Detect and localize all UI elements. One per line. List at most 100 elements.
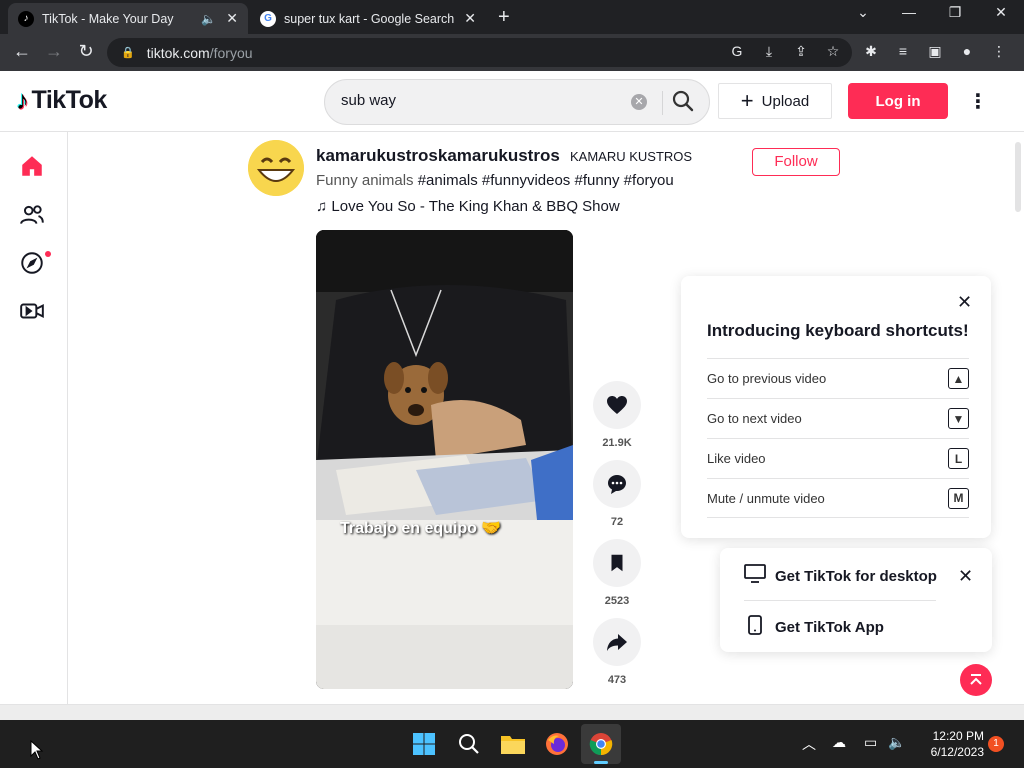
shortcut-row: Mute / unmute video M <box>707 478 969 518</box>
close-tab-icon[interactable]: ✕ <box>464 10 476 27</box>
network-icon[interactable]: ▭ <box>864 734 877 751</box>
chrome-menu-icon[interactable]: ⋮ <box>990 43 1008 60</box>
clock-date: 6/12/2023 <box>930 745 984 759</box>
onedrive-icon[interactable]: ☁ <box>832 734 846 751</box>
bookmark-icon <box>611 554 623 572</box>
tiktok-note-icon: ♪ <box>16 85 29 115</box>
tab-google-search[interactable]: G super tux kart - Google Search ✕ <box>250 3 486 34</box>
taskbar: ︿ ☁ ▭ 🔈 12:20 PM 6/12/2023 1 <box>0 720 1024 768</box>
phone-icon <box>744 615 766 639</box>
search-icon[interactable] <box>671 89 695 119</box>
shortcut-row: Go to next video ▼ <box>707 398 969 438</box>
following-icon[interactable] <box>18 201 46 229</box>
chrome-icon[interactable] <box>587 730 615 758</box>
music-note-icon: ♫ <box>316 198 328 215</box>
clock-time: 12:20 PM <box>932 729 984 743</box>
search-input[interactable] <box>341 92 621 109</box>
tab-search-icon[interactable]: ⌄ <box>840 4 886 21</box>
clear-search-icon[interactable]: ✕ <box>631 94 647 110</box>
media-control-icon[interactable]: ≡ <box>894 43 912 60</box>
l-key-icon: L <box>948 448 969 469</box>
left-sidebar <box>0 132 68 704</box>
close-tab-icon[interactable]: ✕ <box>226 10 238 27</box>
post-caption: Funny animals #animals #funnyvideos #fun… <box>316 172 674 189</box>
minimize-icon[interactable]: — <box>886 4 932 20</box>
new-tab-icon[interactable]: + <box>498 6 510 29</box>
window-close-icon[interactable]: ✕ <box>978 4 1024 21</box>
home-icon[interactable] <box>18 152 46 180</box>
post-nickname[interactable]: KAMARU KUSTROS <box>570 149 692 164</box>
video-player[interactable]: Trabajo en equipo 🤝 <box>316 230 573 689</box>
like-button[interactable] <box>593 381 641 429</box>
show-hidden-icons-icon[interactable]: ︿ <box>802 734 816 754</box>
bookmark-star-icon[interactable]: ☆ <box>824 43 842 60</box>
audio-playing-icon[interactable]: 🔈 <box>201 12 216 26</box>
save-button[interactable] <box>593 539 641 587</box>
save-count: 2523 <box>604 595 630 607</box>
post-username[interactable]: kamarukustroskamarukustros <box>316 146 560 166</box>
caption-text: Funny animals <box>316 172 414 189</box>
comment-action: 72 <box>593 460 641 528</box>
back-icon[interactable]: ← <box>10 41 34 62</box>
google-lens-icon[interactable]: G <box>728 43 746 60</box>
tab-tiktok[interactable]: ♪ TikTok - Make Your Day 🔈 ✕ <box>8 3 248 34</box>
heart-icon <box>607 396 627 414</box>
side-panel-icon[interactable]: ▣ <box>926 43 944 60</box>
active-indicator <box>594 761 608 764</box>
scroll-to-top-icon[interactable] <box>960 664 992 696</box>
url-path: /foryou <box>209 44 253 61</box>
lock-icon[interactable]: 🔒 <box>121 46 135 59</box>
share-count: 473 <box>607 674 627 686</box>
get-desktop-link[interactable]: Get TikTok for desktop <box>744 564 937 588</box>
divider <box>744 600 936 601</box>
logo-text: TikTok <box>31 86 108 114</box>
share-action: 473 <box>593 618 641 686</box>
extensions-icon[interactable]: ✱ <box>862 43 880 60</box>
share-arrow-icon <box>607 634 627 651</box>
login-button[interactable]: Log in <box>848 83 948 119</box>
tiktok-header: ♪ TikTok ✕ + Upload Log in ⋮ <box>0 71 1024 132</box>
caption-hashtags[interactable]: #animals #funnyvideos #funny #foryou <box>418 172 674 189</box>
notification-badge[interactable]: 1 <box>988 736 1004 752</box>
live-video-icon[interactable] <box>18 297 46 325</box>
m-key-icon: M <box>948 487 969 509</box>
notification-dot <box>45 251 51 257</box>
shortcut-label: Mute / unmute video <box>707 490 825 506</box>
volume-icon[interactable]: 🔈 <box>888 734 905 751</box>
more-options-icon[interactable]: ⋮ <box>968 89 988 114</box>
windows-start-icon[interactable] <box>410 730 438 758</box>
explore-compass-icon[interactable] <box>18 249 46 277</box>
vertical-scrollbar[interactable] <box>1015 142 1021 212</box>
file-explorer-icon[interactable] <box>499 730 527 758</box>
horizontal-scrollbar[interactable] <box>0 704 1024 720</box>
follow-button[interactable]: Follow <box>752 148 840 176</box>
close-shortcuts-icon[interactable]: ✕ <box>957 292 972 313</box>
firefox-icon[interactable] <box>543 730 571 758</box>
upload-button[interactable]: + Upload <box>718 83 832 119</box>
get-desktop-label: Get TikTok for desktop <box>775 567 937 585</box>
like-count: 21.9K <box>602 437 632 449</box>
avatar[interactable] <box>248 140 304 196</box>
plus-icon: + <box>740 88 754 113</box>
tiktok-logo[interactable]: ♪ TikTok <box>16 85 107 116</box>
search-taskbar-icon[interactable] <box>455 730 483 758</box>
comment-button[interactable] <box>593 460 641 508</box>
address-bar[interactable]: 🔒 tiktok.com/foryou G ⤓ ⇪ ☆ <box>107 38 852 67</box>
tiktok-favicon-icon: ♪ <box>18 10 34 27</box>
tab-title: super tux kart - Google Search <box>284 11 455 26</box>
reload-icon[interactable]: ↻ <box>74 41 98 62</box>
shortcut-label: Like video <box>707 451 766 466</box>
forward-icon[interactable]: → <box>42 41 66 62</box>
system-clock[interactable]: 12:20 PM 6/12/2023 <box>912 728 984 760</box>
like-action: 21.9K <box>593 381 641 449</box>
get-app-link[interactable]: Get TikTok App <box>744 615 884 639</box>
restore-icon[interactable]: ❐ <box>932 4 978 21</box>
share-icon[interactable]: ⇪ <box>792 43 810 60</box>
install-app-icon[interactable]: ⤓ <box>760 43 778 60</box>
profile-icon[interactable]: ● <box>958 43 976 60</box>
video-frame <box>316 230 573 689</box>
close-get-tiktok-icon[interactable]: ✕ <box>958 566 973 587</box>
music-link[interactable]: ♫ Love You So - The King Khan & BBQ Show <box>316 198 620 215</box>
share-button[interactable] <box>593 618 641 666</box>
comment-count: 72 <box>610 516 624 528</box>
